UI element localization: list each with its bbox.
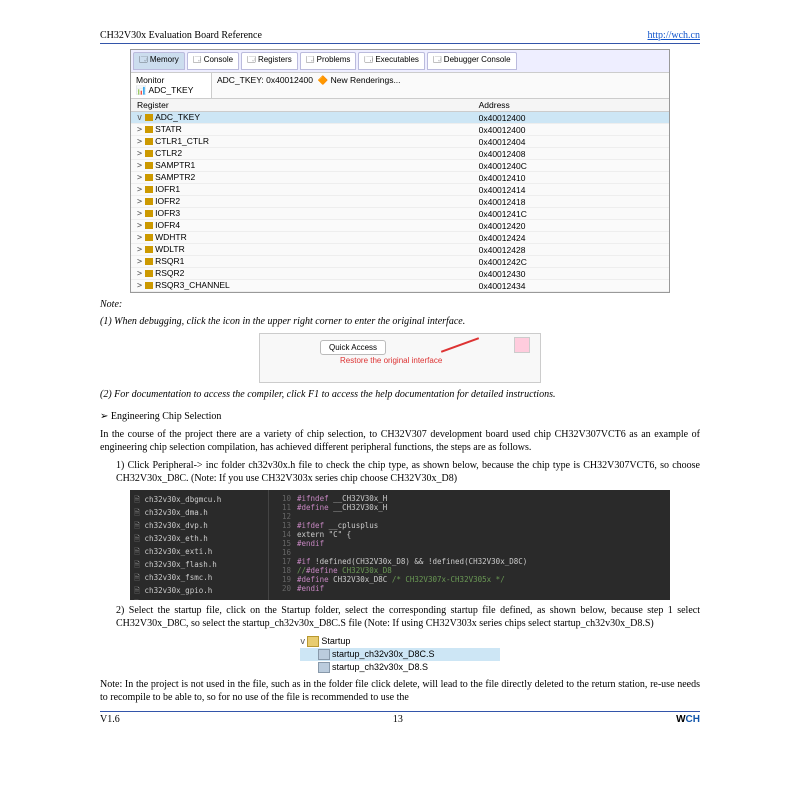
tab-memory[interactable]: 🗔 Memory bbox=[133, 52, 185, 70]
note-2: (2) For documentation to access the comp… bbox=[100, 389, 700, 400]
col-register: Register bbox=[131, 99, 473, 112]
code-line: 16 bbox=[273, 548, 666, 557]
code-line: 20#endif bbox=[273, 584, 666, 593]
list-item[interactable]: 🗎 ch32v30x_dvp.h bbox=[134, 520, 264, 533]
register-table: RegisterAddress vADC_TKEY0x40012400>STAT… bbox=[131, 99, 669, 292]
code-line: 11#define __CH32V30x_H bbox=[273, 503, 666, 512]
list-item[interactable]: 🗎 ch32v30x_exti.h bbox=[134, 546, 264, 559]
code-line: 14extern "C" { bbox=[273, 530, 666, 539]
list-item[interactable]: 🗎 ch32v30x_flash.h bbox=[134, 559, 264, 572]
restore-icon[interactable] bbox=[514, 337, 530, 353]
brand-logo: WCH bbox=[676, 714, 700, 725]
note-bottom: Note: In the project is not used in the … bbox=[100, 678, 700, 705]
folder-icon bbox=[307, 636, 319, 647]
list-item[interactable]: 🗎 ch32v30x_i2c.h bbox=[134, 598, 264, 600]
doc-title: CH32V30x Evaluation Board Reference bbox=[100, 30, 262, 41]
startup-tree: vStartup startup_ch32v30x_D8C.Sstartup_c… bbox=[300, 635, 500, 674]
table-row[interactable]: >RSQR20x40012430 bbox=[131, 268, 669, 280]
list-item[interactable]: 🗎 ch32v30x_fsmc.h bbox=[134, 572, 264, 585]
tab-executables[interactable]: 🗔 Executables bbox=[358, 52, 424, 70]
code-line: 18//#define CH32V30x_D8 bbox=[273, 566, 666, 575]
startup-folder[interactable]: Startup bbox=[321, 636, 350, 646]
table-row[interactable]: >RSQR3_CHANNEL0x40012434 bbox=[131, 280, 669, 292]
tab-debugger-console[interactable]: 🗔 Debugger Console bbox=[427, 52, 517, 70]
step-2: 2) Select the startup file, click on the… bbox=[116, 604, 700, 631]
list-item[interactable]: 🗎 ch32v30x_gpio.h bbox=[134, 585, 264, 598]
section-intro: In the course of the project there are a… bbox=[100, 428, 700, 455]
file-list: 🗎 ch32v30x_dbgmcu.h🗎 ch32v30x_dma.h🗎 ch3… bbox=[130, 490, 269, 600]
list-item[interactable]: 🗎 ch32v30x_eth.h bbox=[134, 533, 264, 546]
col-address: Address bbox=[473, 99, 669, 112]
list-item[interactable]: 🗎 ch32v30x_dbgmcu.h bbox=[134, 494, 264, 507]
version: V1.6 bbox=[100, 714, 120, 725]
code-editor-figure: 🗎 ch32v30x_dbgmcu.h🗎 ch32v30x_dma.h🗎 ch3… bbox=[130, 490, 670, 600]
table-row[interactable]: >STATR0x40012400 bbox=[131, 124, 669, 136]
table-row[interactable]: >RSQR10x4001242C bbox=[131, 256, 669, 268]
section-bullet: ➢ Engineering Chip Selection bbox=[100, 410, 700, 424]
code-line: 15#endif bbox=[273, 539, 666, 548]
quick-access-figure: Quick Access Restore the original interf… bbox=[259, 333, 541, 383]
code-line: 19#define CH32V30x_D8C /* CH32V307x-CH32… bbox=[273, 575, 666, 584]
code-line: 12 bbox=[273, 512, 666, 521]
startup-file[interactable]: startup_ch32v30x_D8.S bbox=[300, 661, 500, 674]
note-heading: Note: bbox=[100, 299, 700, 310]
monitor-address: ADC_TKEY: 0x40012400 bbox=[217, 75, 313, 85]
list-item[interactable]: 🗎 ch32v30x_dma.h bbox=[134, 507, 264, 520]
startup-file[interactable]: startup_ch32v30x_D8C.S bbox=[300, 648, 500, 661]
table-row[interactable]: >WDHTR0x40012424 bbox=[131, 232, 669, 244]
code-pane: 10#ifndef __CH32V30x_H11#define __CH32V3… bbox=[269, 490, 670, 600]
tab-bar: 🗔 Memory🗔 Console🗔 Registers🗔 Problems🗔 … bbox=[131, 50, 669, 73]
table-row[interactable]: >SAMPTR20x40012410 bbox=[131, 172, 669, 184]
monitor-item[interactable]: ADC_TKEY bbox=[148, 85, 193, 95]
quick-access-box[interactable]: Quick Access bbox=[320, 340, 386, 355]
tab-console[interactable]: 🗔 Console bbox=[187, 52, 239, 70]
monitor-label: Monitor bbox=[136, 75, 164, 85]
table-row[interactable]: >CTLR20x40012408 bbox=[131, 148, 669, 160]
table-row[interactable]: >WDLTR0x40012428 bbox=[131, 244, 669, 256]
arrow-icon bbox=[441, 337, 479, 353]
step-1: 1) Click Peripheral-> inc folder ch32v30… bbox=[116, 459, 700, 486]
table-row[interactable]: >IOFR30x4001241C bbox=[131, 208, 669, 220]
memory-view: 🗔 Memory🗔 Console🗔 Registers🗔 Problems🗔 … bbox=[130, 49, 670, 293]
table-row[interactable]: >IOFR40x40012420 bbox=[131, 220, 669, 232]
restore-caption: Restore the original interface bbox=[340, 356, 442, 365]
note-1: (1) When debugging, click the icon in th… bbox=[100, 316, 700, 327]
table-row[interactable]: >CTLR1_CTLR0x40012404 bbox=[131, 136, 669, 148]
table-row[interactable]: >IOFR20x40012418 bbox=[131, 196, 669, 208]
page-number: 13 bbox=[393, 714, 403, 725]
code-line: 13#ifdef __cplusplus bbox=[273, 521, 666, 530]
tab-problems[interactable]: 🗔 Problems bbox=[300, 52, 357, 70]
tab-registers[interactable]: 🗔 Registers bbox=[241, 52, 298, 70]
code-line: 10#ifndef __CH32V30x_H bbox=[273, 494, 666, 503]
new-renderings-btn[interactable]: New Renderings... bbox=[331, 75, 401, 85]
table-row[interactable]: >SAMPTR10x4001240C bbox=[131, 160, 669, 172]
table-row[interactable]: >IOFR10x40012414 bbox=[131, 184, 669, 196]
table-row[interactable]: vADC_TKEY0x40012400 bbox=[131, 112, 669, 124]
doc-url[interactable]: http://wch.cn bbox=[648, 30, 701, 41]
code-line: 17#if !defined(CH32V30x_D8) && !defined(… bbox=[273, 557, 666, 566]
